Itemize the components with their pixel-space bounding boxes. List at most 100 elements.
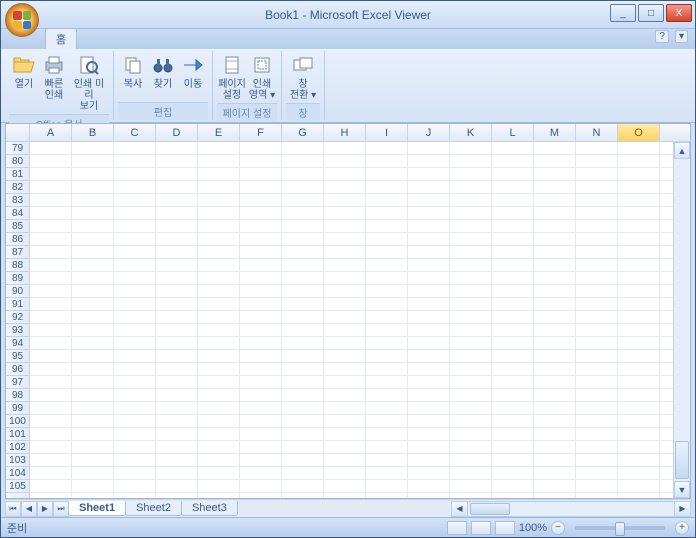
zoom-out-button[interactable]: − (551, 521, 565, 535)
column-header-A[interactable]: A (30, 124, 72, 141)
zoom-level[interactable]: 100% (519, 522, 547, 534)
sheet-tab-1[interactable]: Sheet1 (68, 501, 126, 516)
row-header-83[interactable]: 83 (6, 194, 29, 207)
column-header-F[interactable]: F (240, 124, 282, 141)
row-header-102[interactable]: 102 (6, 441, 29, 454)
ribbon-group-window: 창 전환 ▾ 창 (282, 51, 325, 120)
vscroll-thumb[interactable] (675, 441, 689, 479)
copy-button[interactable]: 복사 (118, 51, 148, 102)
zoom-in-button[interactable]: + (675, 521, 689, 535)
scroll-down-button[interactable]: ▼ (674, 481, 690, 498)
column-header-N[interactable]: N (576, 124, 618, 141)
row-header-101[interactable]: 101 (6, 428, 29, 441)
help-button[interactable]: ? (655, 30, 669, 43)
row-header-89[interactable]: 89 (6, 272, 29, 285)
row-header-95[interactable]: 95 (6, 350, 29, 363)
print-area-button[interactable]: 인쇄 영역 ▾ (247, 51, 277, 103)
status-bar: 준비 100% − + (1, 517, 695, 537)
sheet-nav-next[interactable]: ▶ (37, 501, 53, 517)
window-title: Book1 - Microsoft Excel Viewer (1, 8, 695, 22)
app-window: Book1 - Microsoft Excel Viewer _ □ X ? ▾… (0, 0, 696, 538)
column-header-K[interactable]: K (450, 124, 492, 141)
hscroll-track[interactable] (468, 502, 674, 516)
row-header-103[interactable]: 103 (6, 454, 29, 467)
copy-icon (121, 53, 145, 77)
column-header-I[interactable]: I (366, 124, 408, 141)
row-header-98[interactable]: 98 (6, 389, 29, 402)
minimize-button[interactable]: _ (610, 4, 636, 22)
scroll-left-button[interactable]: ◀ (452, 502, 468, 516)
column-header-L[interactable]: L (492, 124, 534, 141)
row-header-91[interactable]: 91 (6, 298, 29, 311)
ribbon-group-page: 페이지 설정 인쇄 영역 ▾ 페이지 설정 (213, 51, 282, 120)
view-pagebreak-button[interactable] (495, 521, 515, 535)
row-header-99[interactable]: 99 (6, 402, 29, 415)
vscroll-track[interactable] (674, 159, 690, 481)
column-header-B[interactable]: B (72, 124, 114, 141)
row-header-90[interactable]: 90 (6, 285, 29, 298)
select-all-corner[interactable] (6, 124, 30, 141)
ribbon-tabs: 홈 (1, 29, 695, 49)
switch-windows-button[interactable]: 창 전환 ▾ (286, 51, 320, 103)
column-header-D[interactable]: D (156, 124, 198, 141)
row-header-92[interactable]: 92 (6, 311, 29, 324)
quick-print-button[interactable]: 빠른 인쇄 (39, 51, 69, 114)
scroll-right-button[interactable]: ▶ (674, 502, 690, 516)
view-layout-button[interactable] (471, 521, 491, 535)
row-header-94[interactable]: 94 (6, 337, 29, 350)
row-header-97[interactable]: 97 (6, 376, 29, 389)
row-header-104[interactable]: 104 (6, 467, 29, 480)
row-header-80[interactable]: 80 (6, 155, 29, 168)
row-header-96[interactable]: 96 (6, 363, 29, 376)
column-header-O[interactable]: O (618, 124, 660, 141)
vertical-scrollbar[interactable]: ▲ ▼ (673, 142, 690, 498)
cells-grid[interactable] (30, 142, 673, 498)
row-header-82[interactable]: 82 (6, 181, 29, 194)
scroll-up-button[interactable]: ▲ (674, 142, 690, 159)
row-header-87[interactable]: 87 (6, 246, 29, 259)
close-button[interactable]: X (666, 4, 692, 22)
view-normal-button[interactable] (447, 521, 467, 535)
row-header-84[interactable]: 84 (6, 207, 29, 220)
row-header-81[interactable]: 81 (6, 168, 29, 181)
window-controls: _ □ X (608, 4, 692, 22)
goto-button[interactable]: 이동 (178, 51, 208, 102)
column-header-J[interactable]: J (408, 124, 450, 141)
row-header-88[interactable]: 88 (6, 259, 29, 272)
tab-home[interactable]: 홈 (45, 28, 77, 49)
sheet-tab-bar: ⏮ ◀ ▶ ⏭ Sheet1 Sheet2 Sheet3 ◀ ▶ (5, 499, 691, 517)
open-button[interactable]: 열기 (9, 51, 39, 114)
print-preview-button[interactable]: 인쇄 미리 보기 (69, 51, 109, 114)
horizontal-scrollbar[interactable]: ◀ ▶ (451, 501, 691, 517)
sheet-nav-last[interactable]: ⏭ (53, 501, 69, 517)
sheet-nav-first[interactable]: ⏮ (5, 501, 21, 517)
hscroll-thumb[interactable] (470, 503, 510, 515)
ribbon-toggle-button[interactable]: ▾ (675, 30, 688, 43)
ribbon: 열기 빠른 인쇄 인쇄 미리 보기 Office 문서 (1, 49, 695, 123)
page-setup-button[interactable]: 페이지 설정 (217, 51, 247, 103)
sheet-tab-3[interactable]: Sheet3 (181, 501, 238, 516)
sheet-nav-prev[interactable]: ◀ (21, 501, 37, 517)
row-header-85[interactable]: 85 (6, 220, 29, 233)
zoom-slider[interactable] (575, 526, 665, 530)
row-header-79[interactable]: 79 (6, 142, 29, 155)
group-label-window: 창 (286, 103, 320, 121)
printer-icon (42, 53, 66, 77)
print-area-icon (250, 53, 274, 77)
column-header-M[interactable]: M (534, 124, 576, 141)
column-header-E[interactable]: E (198, 124, 240, 141)
row-header-105[interactable]: 105 (6, 480, 29, 493)
column-header-H[interactable]: H (324, 124, 366, 141)
column-header-C[interactable]: C (114, 124, 156, 141)
row-header-93[interactable]: 93 (6, 324, 29, 337)
ribbon-help-controls: ? ▾ (655, 30, 688, 43)
sheet-tab-2[interactable]: Sheet2 (125, 501, 182, 516)
grid-body: 7980818283848586878889909192939495969798… (6, 142, 690, 498)
row-header-86[interactable]: 86 (6, 233, 29, 246)
row-header-100[interactable]: 100 (6, 415, 29, 428)
office-button[interactable] (5, 3, 39, 37)
magnifier-page-icon (77, 53, 101, 77)
find-button[interactable]: 찾기 (148, 51, 178, 102)
column-header-G[interactable]: G (282, 124, 324, 141)
maximize-button[interactable]: □ (638, 4, 664, 22)
